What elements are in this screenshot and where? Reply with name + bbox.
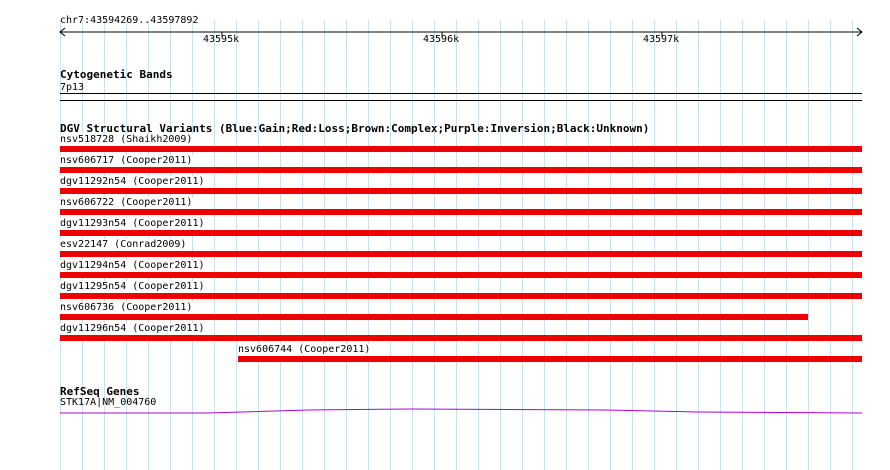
ruler-tick-label: 43597k	[643, 34, 680, 45]
variant-bar-loss[interactable]	[60, 188, 862, 194]
variant-bar-loss[interactable]	[60, 314, 808, 320]
cytoband-bottom-line	[60, 100, 862, 101]
variant-label[interactable]: nsv606744 (Cooper2011)	[238, 344, 372, 356]
variant-label[interactable]: nsv518728 (Shaikh2009)	[60, 134, 194, 146]
variant-bar-loss[interactable]	[60, 293, 862, 299]
variant-label[interactable]: dgv11292n54 (Cooper2011)	[60, 176, 206, 188]
variant-bar-loss[interactable]	[60, 209, 862, 215]
variant-label[interactable]: dgv11295n54 (Cooper2011)	[60, 281, 206, 293]
cytoband-top-line	[60, 93, 862, 94]
variant-label[interactable]: nsv606717 (Cooper2011)	[60, 155, 194, 167]
variant-bar-loss[interactable]	[60, 272, 862, 278]
cytoband-track-title[interactable]: Cytogenetic Bands	[60, 68, 173, 81]
variant-bar-loss[interactable]	[60, 335, 862, 341]
variant-label[interactable]: dgv11294n54 (Cooper2011)	[60, 260, 206, 272]
variant-label[interactable]: nsv606736 (Cooper2011)	[60, 302, 194, 314]
variant-bar-loss[interactable]	[60, 167, 862, 173]
gene-model[interactable]	[58, 405, 864, 419]
ruler-tick-label: 43596k	[423, 34, 460, 45]
variant-bar-loss[interactable]	[238, 356, 862, 362]
variant-bar-loss[interactable]	[60, 230, 862, 236]
variant-label[interactable]: dgv11293n54 (Cooper2011)	[60, 218, 206, 230]
variant-label[interactable]: esv22147 (Conrad2009)	[60, 239, 188, 251]
ruler-axis	[59, 27, 863, 37]
variant-label[interactable]: nsv606722 (Cooper2011)	[60, 197, 194, 209]
variant-bar-loss[interactable]	[60, 146, 862, 152]
ruler-tick-label: 43595k	[203, 34, 240, 45]
variant-label[interactable]: dgv11296n54 (Cooper2011)	[60, 323, 206, 335]
variant-bar-loss[interactable]	[60, 251, 862, 257]
